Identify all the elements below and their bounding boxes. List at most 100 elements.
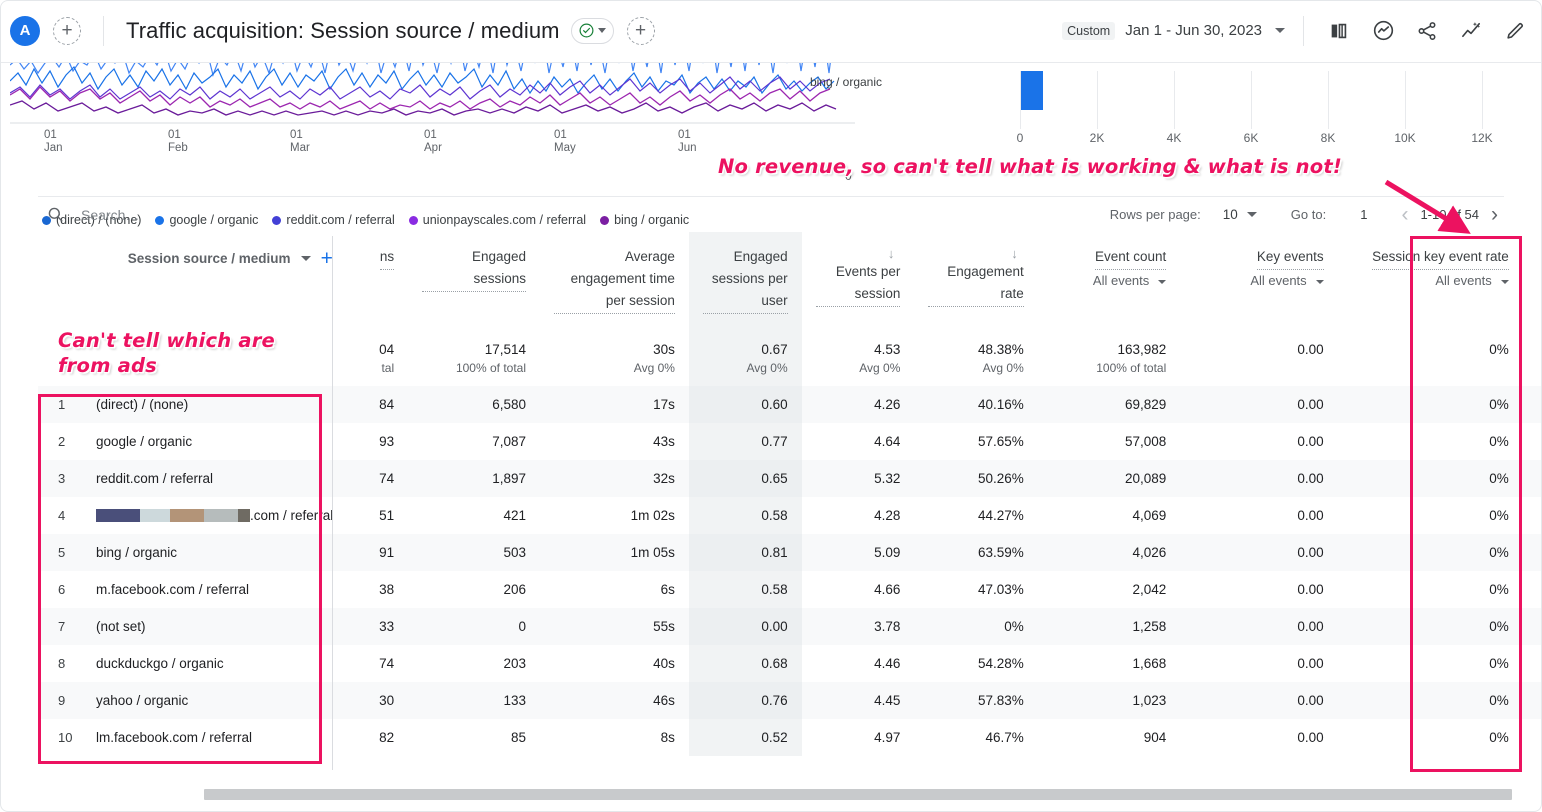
total-value: 48.38% bbox=[977, 342, 1024, 357]
table-row[interactable]: 3 reddit.com / referral 74 1,897 32s 0.65 5.32… bbox=[38, 460, 1542, 497]
dimension-column-separator bbox=[332, 236, 333, 770]
bar-x-tick-3: 6K bbox=[1243, 131, 1259, 145]
total-value: 04 bbox=[379, 342, 395, 357]
dimension-cell: 3 reddit.com / referral bbox=[38, 460, 353, 497]
dimension-value[interactable]: .com / referral bbox=[96, 508, 333, 523]
edit-icon[interactable] bbox=[1502, 18, 1528, 44]
x-tick-0: 01 Jan bbox=[44, 129, 63, 154]
cell-sessions: 33 bbox=[379, 619, 395, 634]
chevron-down-icon[interactable] bbox=[300, 256, 311, 261]
total-value: 0.00 bbox=[1297, 342, 1324, 357]
cell-avg-engagement-time: 55s bbox=[653, 619, 675, 634]
cell-key-events: 0.00 bbox=[1297, 508, 1324, 523]
cell-sessions: 51 bbox=[379, 508, 395, 523]
analytics-report-page: A + Traffic acquisition: Session source … bbox=[0, 0, 1542, 812]
column-header-engaged-sessions-per-user[interactable]: Engaged sessions per user bbox=[688, 232, 802, 332]
dimension-value[interactable]: reddit.com / referral bbox=[96, 471, 213, 486]
dimension-value[interactable]: duckduckgo / organic bbox=[96, 656, 224, 671]
cell-engaged-sessions: 1,897 bbox=[492, 471, 527, 486]
key-events-filter[interactable]: All events bbox=[1194, 273, 1324, 288]
column-header-sessions[interactable]: ns bbox=[353, 232, 408, 332]
total-event-count: 163,982 100% of total bbox=[1038, 332, 1181, 386]
cell-sessions: 74 bbox=[379, 656, 395, 671]
cell-key-events: 0.00 bbox=[1297, 730, 1324, 745]
dimension-header-label: Session source / medium bbox=[127, 251, 291, 266]
compare-icon[interactable] bbox=[1326, 18, 1352, 44]
avatar[interactable]: A bbox=[10, 15, 40, 46]
column-label: Engagement rate bbox=[928, 261, 1024, 307]
dimension-value[interactable]: yahoo / organic bbox=[96, 693, 188, 708]
rows-per-page-value[interactable]: 10 bbox=[1223, 207, 1238, 222]
search-box[interactable] bbox=[38, 205, 379, 224]
column-header-events-per-session[interactable]: ↓Events per session bbox=[802, 232, 915, 332]
cell-total-revenue: $0.00 bbox=[1523, 460, 1542, 497]
cell-event-count: 4,026 bbox=[1132, 545, 1167, 560]
table-row[interactable]: 7 (not set) 33 0 55s 0.00 3.78 0% 1,258 0.00 0% $0.… bbox=[38, 608, 1542, 645]
row-index: 7 bbox=[58, 619, 66, 634]
dimension-value[interactable]: (direct) / (none) bbox=[96, 397, 188, 412]
column-header-event-count[interactable]: Event count All events bbox=[1038, 232, 1181, 332]
table-row[interactable]: 4 .com / referral 51 421 1m 02s 0.58 4.28 44.27… bbox=[38, 497, 1542, 534]
total-value: 0% bbox=[1489, 342, 1509, 357]
cell-key-events: 0.00 bbox=[1297, 656, 1324, 671]
comparison-check-chip[interactable] bbox=[570, 17, 614, 44]
dimension-value-text: .com / referral bbox=[250, 508, 334, 523]
cell-total-revenue: $0.00 bbox=[1523, 423, 1542, 460]
dimension-value[interactable]: (not set) bbox=[96, 619, 146, 634]
search-input[interactable] bbox=[79, 205, 379, 224]
cell-engaged-sessions-per-user: 0.58 bbox=[688, 571, 802, 608]
table-row[interactable]: 1 (direct) / (none) 84 6,580 17s 0.60 4.26 40.1… bbox=[38, 386, 1542, 423]
horizontal-scrollbar[interactable] bbox=[204, 789, 1512, 800]
column-header-key-events[interactable]: Key events All events bbox=[1180, 232, 1337, 332]
date-range-label[interactable]: Jan 1 - Jun 30, 2023 bbox=[1125, 22, 1262, 39]
chevron-down-icon[interactable] bbox=[1275, 28, 1285, 33]
dimension-header[interactable]: Session source / medium + bbox=[38, 232, 353, 332]
dimension-cell: 8 duckduckgo / organic bbox=[38, 645, 353, 682]
dimension-value[interactable]: google / organic bbox=[96, 434, 192, 449]
add-dimension-icon[interactable]: + bbox=[321, 248, 333, 269]
annotation-ads-note: Can't tell which are from ads bbox=[58, 329, 275, 377]
chevron-right-icon[interactable]: › bbox=[1485, 204, 1504, 225]
table-row[interactable]: 10 lm.facebook.com / referral 82 85 8s 0.52 4.… bbox=[38, 719, 1542, 756]
table-row[interactable]: 5 bing / organic 91 503 1m 05s 0.81 5.09 63.59%… bbox=[38, 534, 1542, 571]
column-header-engaged-sessions[interactable]: Engaged sessions bbox=[408, 232, 540, 332]
cell-session-key-event-rate: 0% bbox=[1489, 508, 1509, 523]
table-row[interactable]: 2 google / organic 93 7,087 43s 0.77 4.64 57.65… bbox=[38, 423, 1542, 460]
add-icon[interactable]: + bbox=[53, 16, 81, 45]
sort-down-icon: ↓ bbox=[1011, 246, 1018, 261]
column-header-total-revenue[interactable]: Total revenue bbox=[1523, 232, 1542, 332]
column-header-engagement-rate[interactable]: ↓Engagement rate bbox=[914, 232, 1037, 332]
total-session-key-event-rate: 0% bbox=[1338, 332, 1523, 386]
header-divider bbox=[103, 15, 104, 46]
cell-engaged-sessions: 7,087 bbox=[492, 434, 527, 449]
insights-icon[interactable] bbox=[1370, 18, 1396, 44]
rows-per-page-label: Rows per page: bbox=[1109, 207, 1201, 222]
cell-key-events: 0.00 bbox=[1297, 693, 1324, 708]
chevron-down-icon bbox=[1500, 279, 1509, 284]
chevron-left-icon[interactable]: ‹ bbox=[1395, 204, 1414, 225]
goto-input[interactable]: 1 bbox=[1360, 207, 1367, 222]
event-count-filter[interactable]: All events bbox=[1052, 273, 1167, 288]
dimension-value[interactable]: m.facebook.com / referral bbox=[96, 582, 249, 597]
dimension-value[interactable]: bing / organic bbox=[96, 545, 177, 560]
cell-sessions: 93 bbox=[379, 434, 395, 449]
table-row[interactable]: 6 m.facebook.com / referral 38 206 6s 0.58 4.6… bbox=[38, 571, 1542, 608]
cell-event-count: 2,042 bbox=[1132, 582, 1167, 597]
trend-icon[interactable] bbox=[1458, 18, 1484, 44]
header-divider-2 bbox=[1303, 15, 1304, 46]
share-icon[interactable] bbox=[1414, 18, 1440, 44]
column-header-session-key-event-rate[interactable]: Session key event rate All events bbox=[1338, 232, 1523, 332]
row-index: 8 bbox=[58, 656, 66, 671]
dimension-cell: 1 (direct) / (none) bbox=[38, 386, 353, 423]
total-value: $0.00 bbox=[1537, 342, 1542, 357]
chevron-down-icon[interactable] bbox=[1246, 212, 1257, 217]
cell-events-per-session: 4.45 bbox=[874, 693, 901, 708]
session-key-event-rate-filter[interactable]: All events bbox=[1352, 273, 1509, 288]
bar-segment[interactable] bbox=[1021, 71, 1043, 110]
dimension-value[interactable]: lm.facebook.com / referral bbox=[96, 730, 252, 745]
add-comparison-icon[interactable]: + bbox=[626, 16, 655, 45]
table-row[interactable]: 9 yahoo / organic 30 133 46s 0.76 4.45 57.83% 1,… bbox=[38, 682, 1542, 719]
column-header-avg-engagement-time[interactable]: Average engagement time per session bbox=[540, 232, 689, 332]
table-row[interactable]: 8 duckduckgo / organic 74 203 40s 0.68 4.46 54.… bbox=[38, 645, 1542, 682]
row-index: 2 bbox=[58, 434, 66, 449]
